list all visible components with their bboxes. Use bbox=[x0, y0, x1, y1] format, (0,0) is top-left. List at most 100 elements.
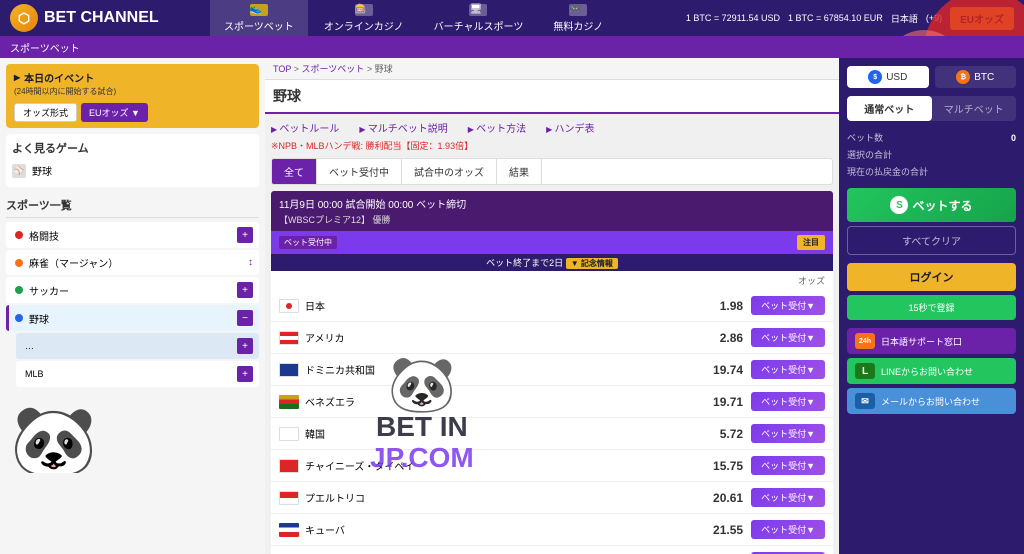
usd-btn[interactable]: $ USD bbox=[847, 66, 929, 88]
dot-red bbox=[15, 231, 23, 239]
bet-count-value: 0 bbox=[1011, 133, 1016, 143]
line-icon: L bbox=[855, 363, 875, 379]
team-do: ドミニカ共和国 bbox=[305, 362, 375, 377]
sport-baseball[interactable]: 野球 − bbox=[6, 305, 259, 331]
bet-tw[interactable]: ベット受付▼ bbox=[751, 456, 825, 475]
bet-method-link[interactable]: ベット方法 bbox=[468, 124, 526, 135]
bet-button[interactable]: S ベットする bbox=[847, 188, 1016, 222]
support-mail-btn[interactable]: ✉ メールからお問い合わせ bbox=[847, 388, 1016, 414]
filter-all[interactable]: 全て bbox=[272, 159, 317, 184]
mlb-expand[interactable]: + bbox=[237, 366, 253, 382]
sport-mlb[interactable]: MLB + bbox=[16, 361, 259, 387]
bet-japan[interactable]: ベット受付▼ bbox=[751, 296, 825, 315]
team-row-do: ドミニカ共和国 19.74 ベット受付▼ bbox=[271, 354, 833, 386]
header: ⬡ BET CHANNEL 👟 スポーツベット 🎰 オンラインカジノ 🖥 バーチ… bbox=[0, 0, 1024, 36]
team-row-usa: アメリカ 2.86 ベット受付▼ bbox=[271, 322, 833, 354]
note-button-area: 注目 bbox=[797, 235, 825, 250]
nav-virtual-label: バーチャルスポーツ bbox=[434, 18, 524, 33]
btc-btn[interactable]: ₿ BTC bbox=[935, 66, 1017, 88]
clear-button[interactable]: すべてクリア bbox=[847, 226, 1016, 255]
fav-title: よく見るゲーム bbox=[12, 140, 253, 156]
usd-icon: $ bbox=[868, 70, 882, 84]
nav-casino[interactable]: 🎰 オンラインカジノ bbox=[310, 0, 418, 36]
login-btn[interactable]: ログイン bbox=[847, 263, 1016, 291]
odds-section: オッズ 日本 1.98 ベット受付▼ bbox=[271, 271, 833, 554]
page-title: 野球 bbox=[265, 80, 839, 114]
nav-sports-label: スポーツベット bbox=[224, 18, 294, 33]
notice-text: ※NPB・MLBハンデ戦: 勝利配当【固定：1.93倍】 bbox=[271, 139, 833, 152]
sub1-expand[interactable]: + bbox=[237, 338, 253, 354]
main-nav: 👟 スポーツベット 🎰 オンラインカジノ 🖥 バーチャルスポーツ 🎮 無料カジノ bbox=[210, 0, 617, 36]
filter-live-odds[interactable]: 試合中のオッズ bbox=[402, 159, 497, 184]
bet-ve[interactable]: ベット受付▼ bbox=[751, 392, 825, 411]
soccer-expand[interactable]: + bbox=[237, 282, 253, 298]
sport-fighting-label: 格闘技 bbox=[29, 228, 59, 243]
team-kr: 韓国 bbox=[305, 426, 325, 441]
main-layout: 本日のイベント (24時間以内に開始する試合) オッズ形式 EUオッズ ▼ よく… bbox=[0, 58, 1024, 554]
team-japan: 日本 bbox=[305, 298, 325, 313]
sports-list: スポーツ一覧 格闘技 + 麻雀（マージャン） ↕ サッカー bbox=[6, 193, 259, 387]
casino-icon: 🎰 bbox=[355, 4, 373, 16]
team-row-mx: メキシコ 15.54 ベット受付▼ bbox=[271, 546, 833, 554]
subheader-label: スポーツベット bbox=[10, 40, 80, 55]
tab-normal-bet[interactable]: 通常ベット bbox=[847, 96, 932, 121]
sport-fighting[interactable]: 格闘技 + bbox=[6, 222, 259, 248]
register-btn[interactable]: 15秒で登録 bbox=[847, 295, 1016, 320]
sport-soccer[interactable]: サッカー + bbox=[6, 277, 259, 303]
btc-rate2: 1 BTC = 67854.10 EUR bbox=[788, 13, 883, 23]
days-badge: ▼ 記念情報 bbox=[566, 258, 618, 269]
bc-sports[interactable]: スポーツベット bbox=[301, 64, 364, 74]
today-event-buttons: オッズ形式 EUオッズ ▼ bbox=[14, 103, 251, 122]
nav-free[interactable]: 🎮 無料カジノ bbox=[539, 0, 617, 36]
center-content: TOP > スポーツベット > 野球 野球 ベットルール マルチベット説明 ベッ… bbox=[265, 58, 839, 554]
team-usa: アメリカ bbox=[305, 330, 345, 345]
free-icon: 🎮 bbox=[569, 4, 587, 16]
lang-select[interactable]: 日本語 bbox=[891, 12, 918, 25]
bet-rules-link[interactable]: ベットルール bbox=[271, 124, 339, 135]
match-date: 11月9日 00:00 試合開始 00:00 ベット締切 bbox=[279, 196, 466, 211]
fighting-expand[interactable]: + bbox=[237, 227, 253, 243]
shoe-icon: 👟 bbox=[250, 4, 268, 16]
odds-format-btn[interactable]: オッズ形式 bbox=[14, 103, 77, 122]
nav-sports[interactable]: 👟 スポーツベット bbox=[210, 0, 308, 36]
bet-kr[interactable]: ベット受付▼ bbox=[751, 424, 825, 443]
support-24h-label: 日本語サポート窓口 bbox=[881, 335, 962, 348]
team-pr: プエルトリコ bbox=[305, 490, 365, 505]
bet-do[interactable]: ベット受付▼ bbox=[751, 360, 825, 379]
filter-accepting[interactable]: ベット受付中 bbox=[317, 159, 402, 184]
baseball-collapse[interactable]: − bbox=[237, 310, 253, 326]
filter-results[interactable]: 結果 bbox=[497, 159, 542, 184]
virtual-icon: 🖥 bbox=[469, 4, 487, 16]
site-logo[interactable]: ⬡ BET CHANNEL bbox=[10, 4, 210, 32]
odds-header: オッズ bbox=[271, 271, 833, 290]
sum-label: 選択の合計 bbox=[847, 148, 892, 161]
note-btn[interactable]: 注目 bbox=[797, 235, 825, 250]
support-line-btn[interactable]: L LINEからお問い合わせ bbox=[847, 358, 1016, 384]
nav-virtual[interactable]: 🖥 バーチャルスポーツ bbox=[420, 0, 538, 36]
bet-usa[interactable]: ベット受付▼ bbox=[751, 328, 825, 347]
flag-pr bbox=[279, 491, 299, 505]
tab-multi-bet[interactable]: マルチベット bbox=[932, 96, 1017, 121]
breadcrumb: TOP > スポーツベット > 野球 bbox=[265, 58, 839, 80]
sport-mahjong[interactable]: 麻雀（マージャン） ↕ bbox=[6, 250, 259, 275]
odds-kr: 5.72 bbox=[703, 427, 743, 441]
team-row-ve: ベネズエラ 19.71 ベット受付▼ bbox=[271, 386, 833, 418]
team-row-tw: チャイニーズ・タイペイ 15.75 ベット受付▼ bbox=[271, 450, 833, 482]
fav-baseball[interactable]: ⚾ 野球 bbox=[12, 160, 253, 181]
support-mail-label: メールからお問い合わせ bbox=[881, 395, 980, 408]
bc-top[interactable]: TOP bbox=[273, 64, 291, 74]
bet-cu[interactable]: ベット受付▼ bbox=[751, 520, 825, 539]
flag-kr bbox=[279, 427, 299, 441]
sports-list-title: スポーツ一覧 bbox=[6, 193, 259, 218]
baseball-icon: ⚾ bbox=[12, 164, 26, 178]
flag-cu bbox=[279, 523, 299, 537]
bet-pr[interactable]: ベット受付▼ bbox=[751, 488, 825, 507]
support-24h-btn[interactable]: 24h 日本語サポート窓口 bbox=[847, 328, 1016, 354]
left-sidebar: 本日のイベント (24時間以内に開始する試合) オッズ形式 EUオッズ ▼ よく… bbox=[0, 58, 265, 554]
sport-sub1[interactable]: … + bbox=[16, 333, 259, 359]
hande-link[interactable]: ハンデ表 bbox=[546, 124, 594, 135]
eu-odds-select[interactable]: EUオッズ ▼ bbox=[81, 103, 148, 122]
odds-do: 19.74 bbox=[703, 363, 743, 377]
multi-bet-link[interactable]: マルチベット説明 bbox=[359, 124, 447, 135]
panda-mascot: 🐼 bbox=[10, 401, 97, 473]
